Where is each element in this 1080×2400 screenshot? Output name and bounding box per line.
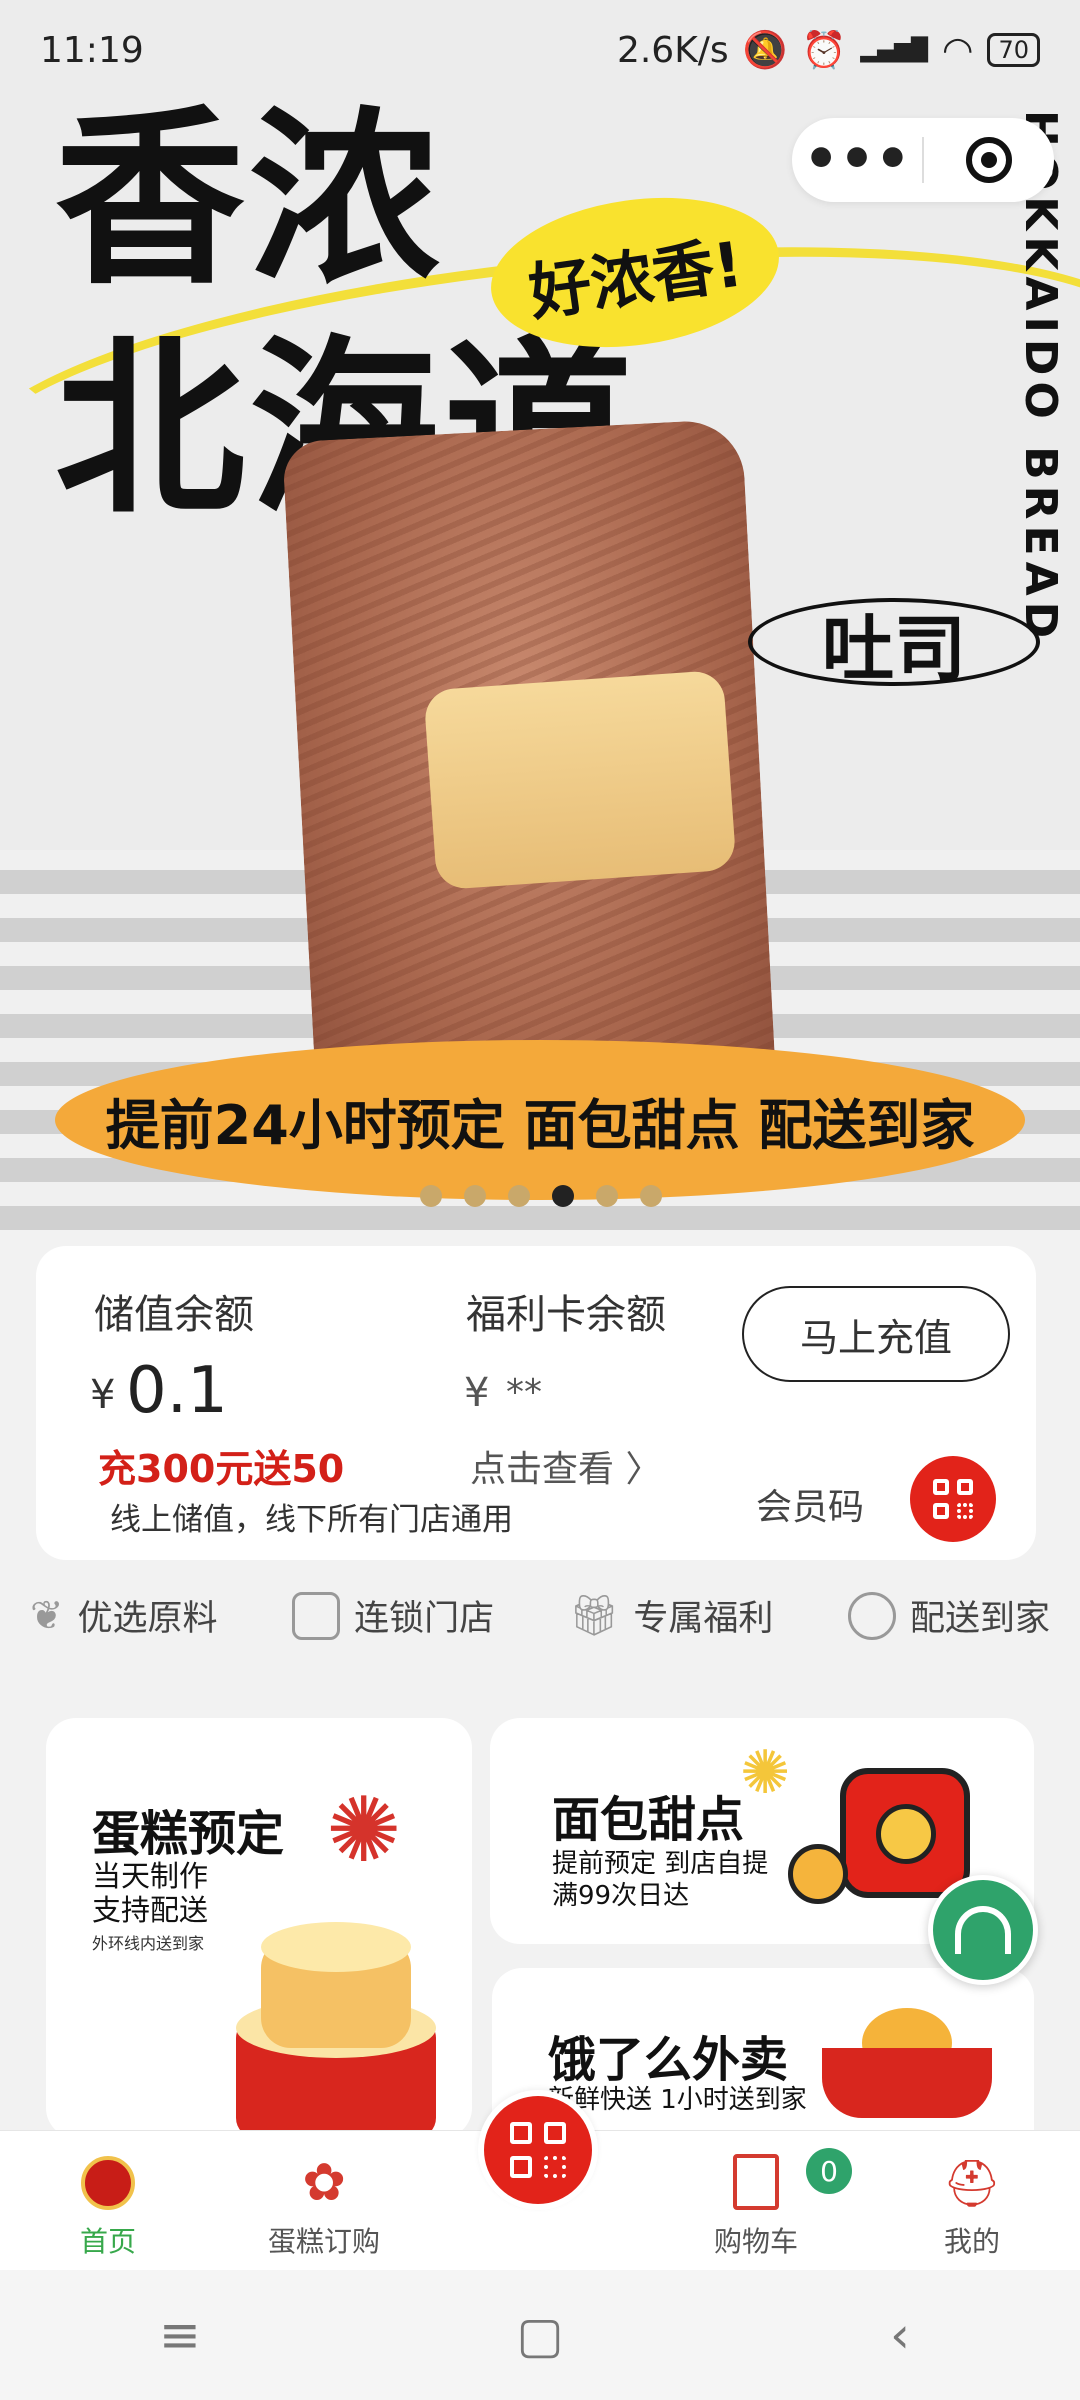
close-mini-program-button[interactable] — [924, 137, 1054, 183]
bread-tile-line2: 满99次日达 — [552, 1881, 690, 1911]
sparkle-icon: ✺ — [740, 1738, 791, 1808]
feature-label: 优选原料 — [77, 1599, 218, 1639]
gift-icon: 🎁︎ — [568, 1593, 620, 1639]
network-speed: 2.6K/s — [616, 29, 729, 71]
battery-icon: 70 — [987, 33, 1040, 67]
cart-icon — [733, 2154, 779, 2210]
feature-label: 连锁门店 — [354, 1599, 495, 1639]
status-bar: 11:19 2.6K/s 🔕 ⏰ ▂▄▆█ ◠ 70 — [0, 0, 1080, 100]
customer-service-button[interactable] — [928, 1875, 1038, 1985]
store-icon — [292, 1591, 341, 1640]
stored-balance-label: 储值余额 — [94, 1292, 254, 1338]
carousel-dots — [420, 1185, 662, 1207]
feature-label: 配送到家 — [909, 1599, 1050, 1639]
eleme-tile-line1: 新鲜快送 1小时送到家 — [548, 2085, 807, 2115]
flower-icon: ✿ — [302, 2153, 346, 2213]
welfare-balance-label: 福利卡余额 — [466, 1292, 666, 1338]
member-code-label[interactable]: 会员码 — [756, 1478, 864, 1530]
cake-order-tile[interactable]: 蛋糕预定 当天制作 支持配送 外环线内送到家 ✺ — [46, 1718, 472, 2138]
balance-card: 储值余额 ¥ 0.1 充300元送50 线上储值，线下所有门店通用 福利卡余额 … — [36, 1246, 1036, 1560]
carousel-dot[interactable] — [464, 1185, 486, 1207]
feature-item: 连锁门店 — [292, 1590, 494, 1641]
back-icon[interactable]: ‹ — [870, 2305, 930, 2365]
feature-item: 配送到家 — [847, 1590, 1050, 1641]
feature-item: ❦ 优选原料 — [30, 1590, 218, 1641]
feature-strip: ❦ 优选原料 连锁门店 🎁︎ 专属福利 配送到家 — [30, 1590, 1050, 1641]
cake-image — [236, 1918, 436, 2138]
target-icon — [966, 137, 1012, 183]
bread-tile-line1: 提前预定 到店自提 — [552, 1849, 769, 1879]
carousel-dot-active[interactable] — [552, 1185, 574, 1207]
welfare-balance-value: ** — [506, 1372, 542, 1413]
headset-icon — [955, 1906, 1011, 1954]
mini-program-capsule: ••• — [792, 118, 1054, 202]
bread-crumb-image — [423, 669, 737, 891]
gold-ingot-image — [822, 2008, 992, 2128]
hat-icon: ⛑ — [942, 2156, 1002, 2210]
menu-icon[interactable]: ≡ — [150, 2305, 210, 2365]
banner-headline-1: 香浓 — [55, 89, 444, 310]
view-welfare-link[interactable]: 点击查看 〉 — [470, 1440, 661, 1492]
tab-home[interactable]: 首页 — [8, 2156, 208, 2260]
bread-tile-title: 面包甜点 — [552, 1792, 745, 1848]
stored-balance-value: 0.1 — [126, 1354, 228, 1428]
currency-symbol: ¥ — [90, 1372, 116, 1418]
home-icon — [81, 2156, 135, 2210]
status-time: 11:19 — [40, 29, 144, 71]
qr-code-icon — [510, 2122, 566, 2178]
cart-count-badge: 0 — [806, 2148, 852, 2194]
more-icon[interactable]: ••• — [792, 132, 922, 188]
alarm-icon: ⏰ — [801, 30, 847, 71]
carousel-dot[interactable] — [420, 1185, 442, 1207]
signal-icon: ▂▄▆█ — [860, 37, 929, 63]
cake-tile-line2: 支持配送 — [92, 1893, 209, 1927]
leaf-icon: ❦ — [30, 1592, 64, 1639]
eleme-tile-title: 饿了么外卖 — [548, 2032, 789, 2088]
tab-mine-label: 我的 — [943, 2225, 1000, 2258]
carousel-dot[interactable] — [596, 1185, 618, 1207]
carousel-dot[interactable] — [640, 1185, 662, 1207]
feature-label: 专属福利 — [633, 1599, 774, 1639]
welfare-currency: ¥ — [464, 1370, 490, 1416]
feature-item: 🎁︎ 专属福利 — [569, 1590, 774, 1641]
recharge-button[interactable]: 马上充值 — [742, 1286, 1010, 1382]
qr-code-icon — [933, 1479, 973, 1519]
scan-qr-button[interactable] — [478, 2090, 598, 2210]
recharge-promo-link[interactable]: 充300元送50 — [98, 1438, 344, 1493]
mute-icon: 🔕 — [742, 30, 788, 71]
cake-tile-line1: 当天制作 — [92, 1859, 209, 1893]
cake-tile-note: 外环线内送到家 — [92, 1934, 205, 1953]
wifi-icon: ◠ — [942, 29, 974, 71]
tab-cart-label: 购物车 — [713, 2225, 798, 2258]
home-square-icon[interactable]: ▢ — [510, 2305, 570, 2365]
cake-tile-title: 蛋糕预定 — [92, 1806, 285, 1862]
banner-toast-label: 吐司 — [748, 598, 1040, 691]
stored-note: 线上储值，线下所有门店通用 — [110, 1502, 513, 1538]
member-code-button[interactable] — [910, 1456, 996, 1542]
delivery-icon — [847, 1591, 896, 1640]
banner-promo: 提前24小时预定 面包甜点 配送到家 — [55, 1040, 1025, 1200]
carousel-dot[interactable] — [508, 1185, 530, 1207]
tab-home-label: 首页 — [79, 2225, 136, 2258]
tab-mine[interactable]: ⛑ 我的 — [872, 2156, 1072, 2260]
donut-image — [788, 1844, 848, 1904]
firework-icon: ✺ — [326, 1778, 402, 1883]
system-nav-bar: ≡ ▢ ‹ — [0, 2270, 1080, 2400]
tab-cake-order[interactable]: ✿ 蛋糕订购 — [224, 2156, 424, 2260]
bread-box-image — [840, 1768, 970, 1898]
tab-cake-label: 蛋糕订购 — [267, 2225, 380, 2258]
